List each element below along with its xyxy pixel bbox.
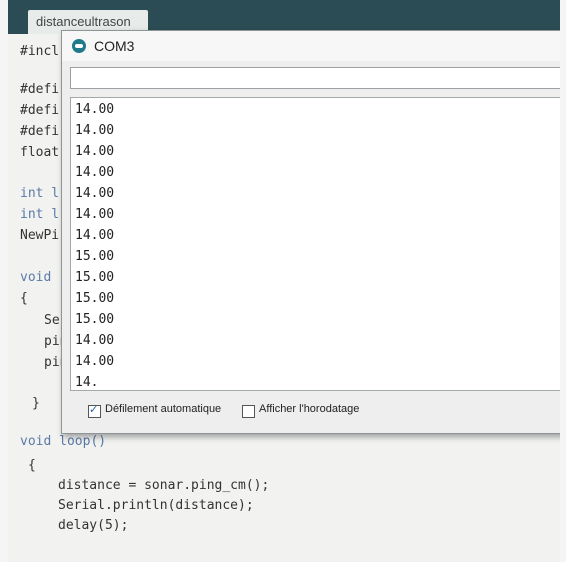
code-line: delay(5); bbox=[58, 518, 129, 533]
code-line: void loop() bbox=[20, 434, 107, 449]
output-line: 14.00 bbox=[75, 144, 115, 159]
output-line: 14.00 bbox=[75, 165, 115, 180]
output-line: 15.00 bbox=[75, 249, 115, 264]
code-line: void bbox=[20, 270, 52, 285]
output-line: 14. bbox=[75, 375, 99, 390]
autoscroll-label: Défilement automatique bbox=[105, 403, 222, 415]
code-line: float bbox=[20, 145, 60, 160]
autoscroll-checkbox[interactable] bbox=[88, 403, 101, 418]
code-line: #defi bbox=[20, 82, 60, 97]
output-line: 14.00 bbox=[75, 207, 115, 222]
code-line: distance = sonar.ping_cm(); bbox=[58, 478, 270, 493]
output-line: 14.00 bbox=[75, 228, 115, 243]
serial-title-bar[interactable]: COM3 bbox=[62, 31, 560, 61]
timestamp-checkbox[interactable] bbox=[242, 405, 255, 418]
output-line: 14.00 bbox=[75, 186, 115, 201]
code-line: #defi bbox=[20, 124, 60, 139]
ide-window: distanceultrason #incl #defi #defi #defi… bbox=[8, 0, 560, 562]
code-line: NewPi bbox=[20, 228, 60, 243]
output-line: 14.00 bbox=[75, 102, 115, 117]
serial-output: 14.00 14.00 14.00 14.00 14.00 14.00 14.0… bbox=[70, 97, 560, 391]
serial-monitor-window: COM3 14.00 14.00 14.00 14.00 14.00 14.00… bbox=[61, 30, 560, 434]
code-line: int l bbox=[20, 207, 60, 222]
output-line: 14.00 bbox=[75, 354, 115, 369]
code-line: } bbox=[32, 396, 40, 411]
code-line: int l bbox=[20, 186, 60, 201]
timestamp-label: Afficher l'horodatage bbox=[259, 403, 360, 415]
code-line: #defi bbox=[20, 103, 60, 118]
arduino-icon bbox=[72, 39, 86, 53]
code-line: Serial.println(distance); bbox=[58, 498, 254, 513]
window-title: COM3 bbox=[94, 38, 135, 54]
output-line: 14.00 bbox=[75, 333, 115, 348]
output-line: 15.00 bbox=[75, 291, 115, 306]
output-line: 14.00 bbox=[75, 123, 115, 138]
output-line: 15.00 bbox=[75, 270, 115, 285]
serial-send-input[interactable] bbox=[70, 67, 560, 89]
serial-options-bar: Défilement automatique Afficher l'horoda… bbox=[62, 393, 560, 433]
code-line: { bbox=[20, 291, 28, 306]
code-line: #incl bbox=[20, 44, 60, 59]
code-line: { bbox=[28, 458, 36, 473]
output-line: 15.00 bbox=[75, 312, 115, 327]
